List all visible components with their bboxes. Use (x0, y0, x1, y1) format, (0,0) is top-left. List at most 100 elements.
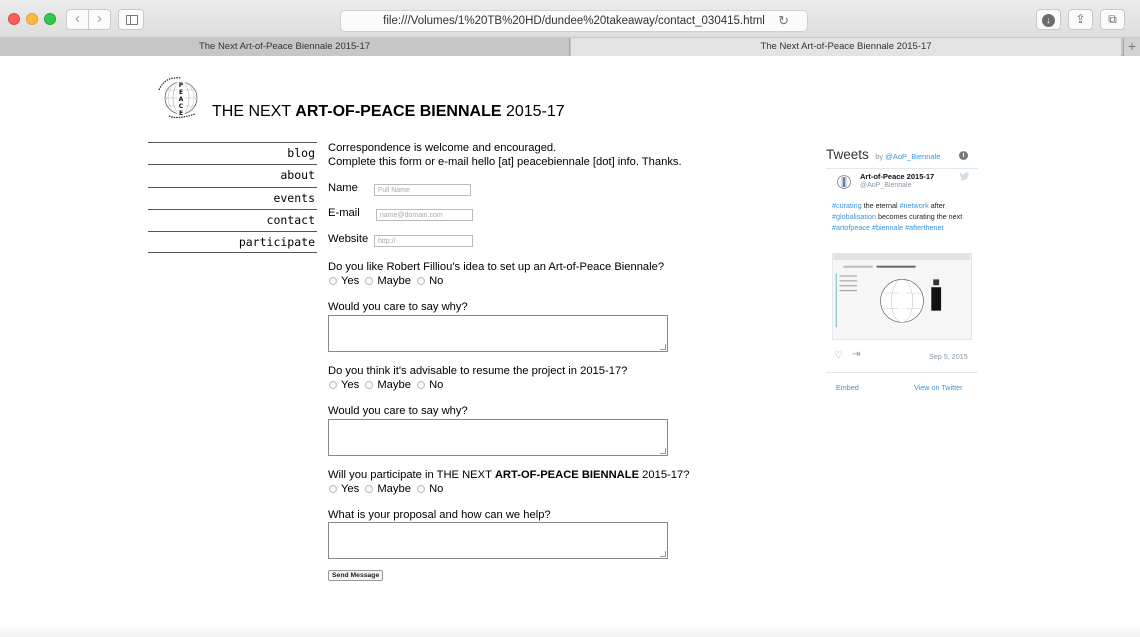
name-input[interactable]: Full Name (374, 184, 471, 196)
q1-maybe-radio[interactable] (365, 277, 374, 285)
svg-text:C: C (179, 103, 184, 110)
q3-yes-label: Yes (341, 483, 360, 495)
show-tabs-button[interactable]: ⧉ (1100, 9, 1125, 30)
divider (826, 168, 978, 169)
tab-2-active[interactable]: The Next Art-of-Peace Biennale 2015-17 (571, 38, 1121, 56)
tab-bar: The Next Art-of-Peace Biennale 2015-17 T… (0, 38, 1140, 56)
q1-yes-radio[interactable] (329, 277, 337, 285)
account-link[interactable]: @AoP_Biennale (885, 152, 940, 161)
tabs-icon: ⧉ (1108, 12, 1117, 26)
title-suffix: 2015-17 (501, 103, 565, 120)
nav-item-participate[interactable]: participate (148, 231, 317, 254)
hashtag-curating[interactable]: #curating (832, 201, 862, 210)
share-icon: ⇪ (1075, 12, 1086, 26)
info-icon[interactable]: i (959, 151, 968, 160)
hashtag-globalisation[interactable]: #globalisation (832, 212, 876, 221)
back-button[interactable]: ‹ (66, 9, 89, 30)
q2-no-label: No (429, 379, 444, 391)
tab-1[interactable]: The Next Art-of-Peace Biennale 2015-17 (0, 38, 570, 56)
intro-text: Correspondence is welcome and encouraged… (328, 141, 728, 169)
hashtag-network[interactable]: #network (900, 201, 929, 210)
q3-prefix: Will you participate in THE NEXT (328, 469, 495, 481)
q2-no-radio[interactable] (417, 381, 426, 389)
zoom-window-button[interactable] (44, 13, 56, 25)
downloads-button[interactable]: ↓ (1036, 9, 1061, 30)
title-prefix: THE NEXT (212, 103, 296, 120)
reload-icon[interactable]: ↻ (778, 11, 789, 31)
like-heart-icon[interactable]: ♡ (834, 350, 843, 361)
svg-text:A: A (179, 96, 184, 103)
address-bar[interactable]: file:///Volumes/1%20TB%20HD/dundee%20tak… (340, 10, 808, 32)
why-textarea-1[interactable] (328, 315, 668, 352)
q2-maybe-radio[interactable] (365, 381, 374, 389)
nav-item-events[interactable]: events (148, 186, 317, 209)
url-text: file:///Volumes/1%20TB%20HD/dundee%20tak… (383, 15, 765, 27)
tweet-author-name[interactable]: Art-of-Peace 2015-17 (860, 172, 934, 181)
twitter-timeline: Tweets by @AoP_Biennale i Art-of-Peace 2… (826, 146, 978, 392)
share-button[interactable]: ⇪ (1068, 9, 1093, 30)
email-input[interactable]: name@domain.com (376, 209, 473, 221)
email-row: E-mail name@domain.com (328, 207, 528, 225)
tweet-date[interactable]: Sep 5, 2015 (929, 352, 968, 361)
name-label: Name (328, 182, 358, 194)
nav-item-about[interactable]: about (148, 164, 317, 186)
q1-no-label: No (429, 275, 444, 287)
tweets-header: Tweets by @AoP_Biennale (826, 146, 978, 166)
view-on-twitter-link[interactable]: View on Twitter (914, 383, 962, 392)
q3-bold: ART-OF-PEACE BIENNALE (494, 469, 640, 481)
download-icon: ↓ (1042, 14, 1055, 27)
by-text: by (875, 152, 884, 161)
avatar[interactable] (836, 174, 852, 190)
new-tab-button[interactable]: + (1123, 38, 1140, 56)
q1-yes-label: Yes (341, 275, 360, 287)
website-input[interactable]: http:// (374, 235, 473, 247)
nav-item-contact[interactable]: contact (148, 208, 317, 231)
intro-line-1: Correspondence is welcome and encouraged… (328, 142, 557, 154)
tweets-title: Tweets (826, 147, 869, 162)
website-row: Website http:// (328, 233, 528, 251)
question-3: Will you participate in THE NEXT ART-OF-… (328, 469, 689, 481)
q1-options: Yes Maybe No (328, 275, 445, 287)
why-textarea-2[interactable] (328, 419, 668, 456)
q3-maybe-label: Maybe (377, 483, 411, 495)
hashtag-afterthenet[interactable]: #afterthenet (905, 223, 943, 232)
svg-text:E: E (179, 110, 183, 117)
chevron-left-icon: ‹ (75, 10, 80, 27)
tweets-by: by @AoP_Biennale (875, 152, 940, 161)
name-row: Name Full Name (328, 182, 528, 200)
nav-item-blog[interactable]: blog (148, 142, 317, 164)
share-tweet-icon[interactable]: ⇥ (852, 349, 860, 360)
question-1: Do you like Robert Filliou's idea to set… (328, 261, 665, 273)
hashtag-artofpeace[interactable]: #artofpeace (832, 223, 870, 232)
q3-no-radio[interactable] (417, 485, 426, 493)
q2-maybe-label: Maybe (377, 379, 411, 391)
minimize-window-button[interactable] (26, 13, 38, 25)
site-navigation: blog about events contact participate (148, 142, 317, 254)
q2-options: Yes Maybe No (328, 379, 445, 391)
forward-button[interactable]: › (88, 9, 111, 30)
why-label-1: Would you care to say why? (328, 301, 468, 313)
divider (826, 372, 978, 373)
peace-logo: P E A C E (158, 77, 198, 119)
hashtag-biennale[interactable]: #biennale (872, 223, 903, 232)
contact-form: Correspondence is welcome and encouraged… (328, 141, 728, 581)
q1-maybe-label: Maybe (377, 275, 411, 287)
q2-yes-radio[interactable] (329, 381, 337, 389)
q3-no-label: No (429, 483, 444, 495)
tweet-text: #curating the eternal #network after #gl… (832, 200, 968, 233)
tweet-media-image[interactable] (832, 253, 972, 340)
title-bold: ART-OF-PEACE BIENNALE (295, 103, 502, 120)
tweet-author-handle[interactable]: @AoP_Biennale (860, 182, 911, 189)
q3-maybe-radio[interactable] (365, 485, 374, 493)
svg-text:E: E (179, 89, 183, 96)
sidebar-icon (126, 15, 138, 25)
close-window-button[interactable] (8, 13, 20, 25)
q1-no-radio[interactable] (417, 277, 426, 285)
q3-options: Yes Maybe No (328, 483, 445, 495)
embed-link[interactable]: Embed (836, 383, 859, 392)
send-message-button[interactable]: Send Message (328, 570, 384, 581)
q2-yes-label: Yes (341, 379, 360, 391)
sidebar-toggle-button[interactable] (118, 9, 144, 30)
q3-yes-radio[interactable] (329, 485, 337, 493)
proposal-textarea[interactable] (328, 522, 668, 559)
